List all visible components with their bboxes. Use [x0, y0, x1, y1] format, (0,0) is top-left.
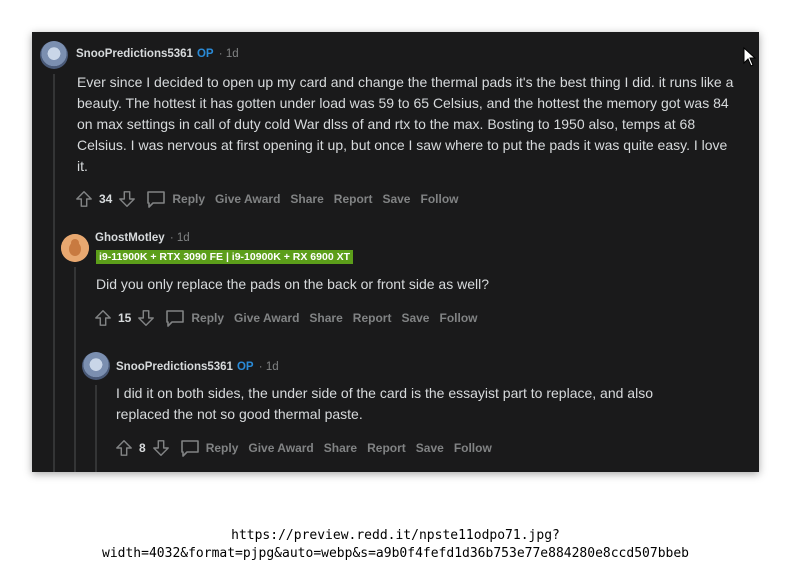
- comment-icon: [166, 310, 185, 327]
- avatar[interactable]: [61, 234, 89, 262]
- op-badge: OP: [196, 48, 214, 60]
- downvote-icon[interactable]: [118, 190, 136, 208]
- caption-line-1: https://preview.redd.it/npste11odpo71.jp…: [231, 528, 560, 543]
- vote-count: 8: [139, 441, 146, 455]
- avatar[interactable]: [40, 41, 68, 69]
- user-flair: i9-11900K + RTX 3090 FE | i9-10900K + RX…: [96, 250, 354, 264]
- comment-meta: SnooPredictions5361 OP · 1d: [76, 48, 239, 60]
- share-button[interactable]: Share: [309, 311, 342, 325]
- username[interactable]: SnooPredictions5361: [116, 361, 233, 373]
- reply-button[interactable]: Reply: [146, 190, 205, 208]
- username[interactable]: GhostMotley: [95, 232, 165, 244]
- vote-count: 34: [99, 192, 113, 206]
- comment-actions: 8 Reply Give Award Share Report Save Fol…: [115, 436, 492, 460]
- thread-line[interactable]: [74, 267, 76, 472]
- share-button[interactable]: Share: [290, 192, 323, 206]
- image-caption: https://preview.redd.it/npste11odpo71.jp…: [0, 527, 791, 563]
- downvote-icon[interactable]: [152, 439, 170, 457]
- report-button[interactable]: Report: [367, 441, 406, 455]
- follow-button[interactable]: Follow: [454, 441, 492, 455]
- give-award-button[interactable]: Give Award: [234, 311, 299, 325]
- comment-meta: GhostMotley · 1d: [95, 232, 190, 244]
- mouse-cursor-icon: [743, 47, 757, 67]
- give-award-button[interactable]: Give Award: [248, 441, 313, 455]
- timestamp[interactable]: · 1d: [219, 48, 239, 60]
- comment-icon: [180, 440, 199, 457]
- reply-button[interactable]: Reply: [165, 309, 224, 327]
- comment-body: Did you only replace the pads on the bac…: [96, 276, 490, 292]
- timestamp[interactable]: · 1d: [170, 232, 190, 244]
- reply-label: Reply: [205, 441, 239, 455]
- upvote-icon[interactable]: [94, 309, 112, 327]
- reply-button[interactable]: Reply: [180, 439, 239, 457]
- ghost-avatar-icon: [61, 234, 89, 262]
- share-button[interactable]: Share: [324, 441, 357, 455]
- upvote-icon[interactable]: [75, 190, 93, 208]
- timestamp[interactable]: · 1d: [259, 361, 279, 373]
- op-badge: OP: [236, 361, 254, 373]
- give-award-button[interactable]: Give Award: [215, 192, 280, 206]
- report-button[interactable]: Report: [353, 311, 392, 325]
- comment-actions: 15 Reply Give Award Share Report Save Fo…: [94, 306, 477, 330]
- screenshot-frame: SnooPredictions5361 OP · 1d Ever since I …: [32, 32, 759, 472]
- thread-line[interactable]: [95, 385, 97, 472]
- report-button[interactable]: Report: [334, 192, 373, 206]
- downvote-icon[interactable]: [137, 309, 155, 327]
- thread-line[interactable]: [53, 74, 55, 472]
- caption-line-2: width=4032&format=pjpg&auto=webp&s=a9b0f…: [102, 546, 689, 561]
- reply-label: Reply: [172, 192, 206, 206]
- follow-button[interactable]: Follow: [420, 192, 458, 206]
- vote-count: 15: [118, 311, 132, 325]
- comment-icon: [147, 191, 166, 208]
- comment-meta: SnooPredictions5361 OP · 1d: [116, 361, 279, 373]
- comment-actions: 34 Reply Give Award Share Report Save Fo…: [75, 187, 458, 211]
- save-button[interactable]: Save: [382, 192, 410, 206]
- follow-button[interactable]: Follow: [439, 311, 477, 325]
- save-button[interactable]: Save: [416, 441, 444, 455]
- upvote-icon[interactable]: [115, 439, 133, 457]
- save-button[interactable]: Save: [401, 311, 429, 325]
- avatar[interactable]: [82, 352, 110, 380]
- comment-body: Ever since I decided to open up my card …: [77, 74, 734, 174]
- username[interactable]: SnooPredictions5361: [76, 48, 193, 60]
- reply-label: Reply: [191, 311, 225, 325]
- comment-body: I did it on both sides, the under side o…: [116, 385, 653, 422]
